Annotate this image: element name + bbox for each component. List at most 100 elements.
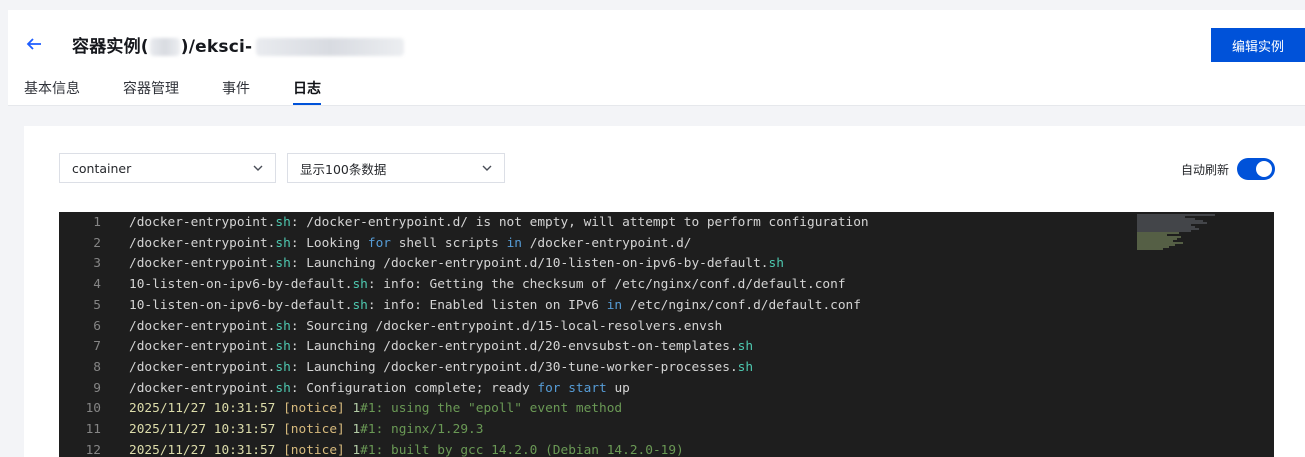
line-number: 7 [93, 339, 101, 355]
log-token: : Launching /docker-entrypoint.d/20-envs… [290, 339, 738, 355]
log-token: 1 [352, 442, 361, 457]
log-line: 9/docker-entrypoint.sh: Configuration co… [59, 379, 1139, 399]
log-token: /docker-entrypoint.d/ [521, 235, 692, 251]
log-token: start [568, 380, 607, 396]
tab-bar: 基本信息 容器管理 事件 日志 [24, 78, 364, 105]
log-line: 7/docker-entrypoint.sh: Launching /docke… [59, 337, 1139, 357]
container-select[interactable]: container [59, 153, 276, 183]
log-token: sh [352, 277, 368, 293]
log-token: #1: built by gcc 14.2.0 (Debian 14.2.0-1… [360, 442, 684, 457]
log-token: /docker-entrypoint. [129, 256, 276, 272]
log-token: [notice] [283, 422, 345, 437]
log-token: sh [275, 256, 291, 272]
count-select-value: 显示100条数据 [300, 161, 387, 177]
tab-container-management[interactable]: 容器管理 [123, 78, 179, 104]
top-strip [0, 0, 1305, 10]
log-token: #1: nginx/1.29.3 [360, 422, 484, 437]
line-number: 8 [93, 359, 101, 375]
count-select[interactable]: 显示100条数据 [287, 153, 505, 183]
log-token: sh [275, 339, 291, 355]
log-token: in [506, 235, 522, 251]
log-line: 6/docker-entrypoint.sh: Sourcing /docker… [59, 317, 1139, 337]
log-token: sh [352, 297, 368, 313]
tab-basic-info[interactable]: 基本信息 [24, 78, 80, 104]
chevron-down-icon [253, 165, 263, 171]
log-token: 10-listen-on-ipv6-by-default. [129, 297, 353, 313]
log-token: in [606, 297, 623, 313]
title-prefix: 容器实例( [72, 37, 149, 57]
page-header: 容器实例( )/eksci- 编辑实例 基本信息 容器管理 事件 日志 [8, 10, 1305, 106]
auto-refresh-toggle[interactable] [1237, 158, 1275, 180]
log-line: 5 10-listen-on-ipv6-by-default.sh: info: … [59, 296, 1139, 316]
log-token: : Looking [290, 235, 368, 251]
line-number: 6 [93, 318, 101, 334]
line-number: 3 [93, 256, 101, 272]
log-token: for [367, 235, 391, 251]
auto-refresh: 自动刷新 [1181, 158, 1275, 180]
log-token: up [606, 380, 630, 396]
auto-refresh-label: 自动刷新 [1180, 162, 1229, 177]
log-token: 10-listen-on-ipv6-by-default. [129, 277, 353, 293]
log-token: : info: Enabled listen on IPv6 [367, 297, 607, 313]
log-line: 12 2025/11/27 10:31:57 [notice] 1#1: buil… [59, 441, 1139, 457]
line-number: 9 [93, 380, 101, 396]
page-title: 容器实例( )/eksci- [72, 32, 405, 57]
log-token: 2025/11/27 10:31:57 [129, 422, 284, 437]
line-number: 4 [93, 277, 101, 293]
edit-instance-button[interactable]: 编辑实例 [1211, 28, 1305, 62]
log-token: sh [275, 235, 291, 251]
tab-events[interactable]: 事件 [222, 78, 250, 104]
log-token: shell scripts [390, 235, 507, 251]
log-token: #1: using the "epoll" event method [360, 401, 623, 417]
log-viewer[interactable]: 1/docker-entrypoint.sh: /docker-entrypoi… [59, 212, 1274, 457]
log-token: for [537, 380, 561, 396]
back-arrow-icon[interactable] [25, 35, 45, 55]
line-number: 12 [85, 442, 101, 457]
log-token: /docker-entrypoint. [129, 318, 276, 334]
log-token: : Sourcing /docker-entrypoint.d/15-local… [290, 318, 723, 334]
log-token: /docker-entrypoint. [129, 380, 276, 396]
log-line: 4 10-listen-on-ipv6-by-default.sh: info: … [59, 275, 1139, 295]
log-token: /docker-entrypoint. [129, 215, 276, 230]
title-middle: )/eksci- [180, 37, 253, 57]
log-token: : Launching /docker-entrypoint.d/10-list… [290, 256, 769, 272]
log-line: 11 2025/11/27 10:31:57 [notice] 1#1: ngin… [59, 420, 1139, 440]
log-token: /docker-entrypoint. [129, 235, 276, 251]
log-line: 2/docker-entrypoint.sh: Looking for shel… [59, 234, 1139, 254]
tab-logs[interactable]: 日志 [293, 78, 321, 105]
log-token: : Launching /docker-entrypoint.d/30-tune… [290, 359, 738, 375]
log-token: 1 [352, 401, 361, 417]
log-token: sh [768, 256, 784, 272]
log-token: sh [275, 318, 291, 334]
log-token: : /docker-entrypoint.d/ is not empty, wi… [290, 215, 869, 230]
container-select-value: container [72, 160, 132, 176]
chevron-down-icon [482, 165, 492, 171]
log-token: 2025/11/27 10:31:57 [129, 401, 284, 417]
log-token: sh [737, 359, 754, 375]
log-token: sh [275, 380, 291, 396]
log-token: : Configuration complete; ready [290, 380, 538, 396]
log-token: [notice] [283, 442, 345, 457]
log-token: : info: Getting the checksum of /etc/ngi… [367, 277, 846, 293]
redacted-instance-id [256, 38, 405, 56]
log-token: [notice] [283, 401, 345, 417]
log-line: 8/docker-entrypoint.sh: Launching /docke… [59, 358, 1139, 378]
log-panel: container 显示100条数据 自动刷新 1/docker-entrypo… [24, 126, 1305, 457]
redacted-region [149, 38, 180, 56]
log-line: 1/docker-entrypoint.sh: /docker-entrypoi… [59, 213, 1139, 233]
log-line: 3/docker-entrypoint.sh: Launching /docke… [59, 254, 1139, 274]
line-number: 2 [93, 235, 101, 251]
log-line: 10 2025/11/27 10:31:57 [notice] 1#1: usin… [59, 399, 1139, 419]
log-token: /etc/nginx/conf.d/default.conf [622, 297, 861, 313]
log-minimap[interactable] [1137, 212, 1247, 252]
line-number: 1 [93, 215, 101, 230]
log-token: 2025/11/27 10:31:57 [129, 442, 284, 457]
line-number: 10 [85, 401, 101, 417]
log-token: /docker-entrypoint. [129, 339, 276, 355]
line-number: 11 [85, 422, 101, 437]
line-number: 5 [93, 297, 101, 313]
log-token: sh [275, 215, 291, 230]
log-token: sh [737, 339, 754, 355]
log-token: sh [275, 359, 291, 375]
minimap-line [1137, 248, 1163, 250]
